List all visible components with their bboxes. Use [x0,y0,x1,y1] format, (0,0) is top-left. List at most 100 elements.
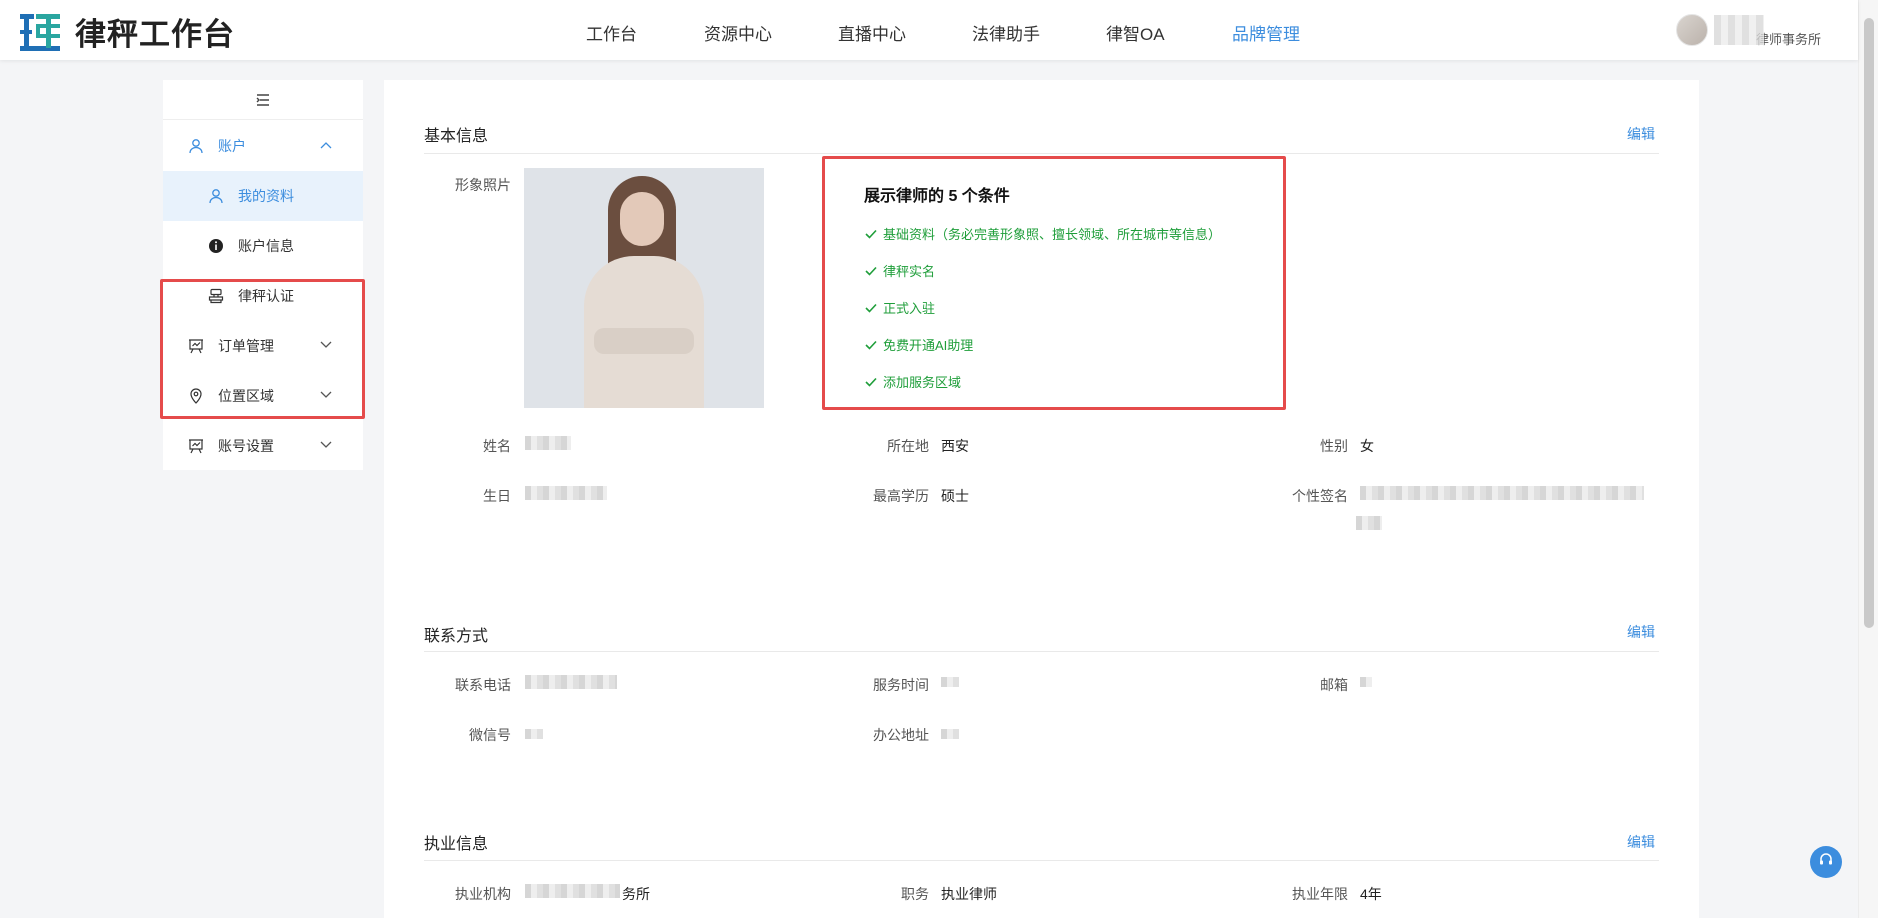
check-icon [864,264,878,278]
section-title-basic-info: 基本信息 [424,128,489,145]
sidebar-item-label: 账户信息 [238,238,294,254]
section-title-practice: 执业信息 [424,836,489,853]
condition-text: 免费开通AI助理 [883,338,974,353]
location-label: 所在地 [887,438,929,454]
nav-item-workbench[interactable]: 工作台 [586,20,637,45]
birthday-label: 生日 [483,488,511,504]
condition-text: 正式入驻 [883,301,936,316]
signature-value-redacted [1356,516,1382,530]
sidebar-item-account[interactable]: 账户 [163,121,363,171]
wechat-label: 微信号 [469,727,511,743]
display-conditions-box: 展示律师的 5 个条件 基础资料（务必完善形象照、擅长领域、所在城市等信息） 律… [822,156,1286,410]
sidebar-item-label: 订单管理 [218,338,274,354]
edit-contact-link[interactable]: 编辑 [1627,622,1655,642]
app-logo[interactable]: 律秤工作台 [20,9,235,54]
condition-item: 基础资料（务必完善形象照、擅长领域、所在城市等信息） [864,224,1221,243]
menu-collapse-icon[interactable] [163,80,363,120]
check-icon [864,227,878,241]
sidebar: 账户 我的资料 账户信息 律秤认证 订单管理 位置区域 账号设置 [163,80,363,470]
section-title-contact: 联系方式 [424,628,489,645]
education-label: 最高学历 [873,488,929,504]
condition-text: 添加服务区域 [883,375,962,390]
location-value: 西安 [941,438,969,454]
email-label: 邮箱 [1320,677,1348,693]
sidebar-item-location[interactable]: 位置区域 [163,371,363,421]
gender-label: 性别 [1320,438,1348,454]
divider [424,651,1659,652]
condition-item: 正式入驻 [864,298,935,317]
divider [424,860,1659,861]
user-firm: 律师事务所 [1756,31,1822,47]
sidebar-item-label: 账户 [218,138,246,154]
years-label: 执业年限 [1292,886,1348,902]
education-value: 硕士 [941,488,969,504]
years-value: 4年 [1360,886,1382,902]
divider [424,153,1659,154]
sidebar-item-account-settings[interactable]: 账号设置 [163,421,363,471]
check-icon [864,338,878,352]
position-label: 职务 [901,886,929,902]
gender-value: 女 [1360,438,1374,454]
location-pin-icon [187,387,205,405]
avatar[interactable] [1676,14,1708,46]
chevron-down-icon [319,438,333,452]
nav-item-resources[interactable]: 资源中心 [704,20,772,45]
chevron-up-icon [319,138,333,152]
office-redacted [941,729,959,739]
nav-item-legal-assistant[interactable]: 法律助手 [972,20,1040,45]
org-value-redacted [525,884,620,898]
sidebar-item-certification[interactable]: 律秤认证 [163,271,363,321]
name-value-redacted [525,436,571,450]
user-menu[interactable]: 律师事务所 [1676,12,1821,48]
signature-value-redacted [1360,486,1644,500]
condition-text: 基础资料（务必完善形象照、擅长领域、所在城市等信息） [883,227,1222,242]
user-icon [187,137,205,155]
nav-item-brand[interactable]: 品牌管理 [1232,20,1300,45]
edit-basic-info-link[interactable]: 编辑 [1627,124,1655,144]
condition-item: 添加服务区域 [864,372,961,391]
condition-text: 律秤实名 [883,264,936,279]
info-icon [207,237,225,255]
app-title: 律秤工作台 [75,17,235,52]
condition-item: 律秤实名 [864,261,935,280]
nav-item-live[interactable]: 直播中心 [838,20,906,45]
user-icon [207,187,225,205]
presentation-icon [187,337,205,355]
org-label: 执业机构 [455,886,511,902]
service-time-label: 服务时间 [873,677,929,693]
conditions-title: 展示律师的 5 个条件 [864,188,1010,205]
email-redacted [1360,677,1372,687]
check-icon [864,301,878,315]
check-icon [864,375,878,389]
photo-label: 形象照片 [455,177,511,193]
chevron-down-icon [319,338,333,352]
chevron-down-icon [319,388,333,402]
top-navigation-bar: 律秤工作台 工作台 资源中心 直播中心 法律助手 律智OA 品牌管理 律师事务所 [0,0,1858,60]
org-value-suffix: 务所 [622,886,650,902]
name-label: 姓名 [483,438,511,454]
stamp-icon [207,287,225,305]
sidebar-item-label: 律秤认证 [238,288,294,304]
presentation-icon [187,437,205,455]
scrollbar-thumb[interactable] [1864,18,1874,628]
service-time-redacted [941,677,959,687]
logo-mark-icon [20,12,60,52]
signature-label: 个性签名 [1292,488,1348,504]
sidebar-item-my-profile[interactable]: 我的资料 [163,171,363,221]
sidebar-item-orders[interactable]: 订单管理 [163,321,363,371]
phone-value-redacted [525,675,617,689]
phone-label: 联系电话 [455,677,511,693]
sidebar-item-label: 位置区域 [218,388,274,404]
birthday-value-redacted [525,486,607,500]
user-name-redacted [1714,15,1764,45]
sidebar-item-account-info[interactable]: 账户信息 [163,221,363,271]
customer-service-button[interactable] [1810,846,1842,878]
office-label: 办公地址 [873,727,929,743]
page-scrollbar[interactable] [1858,0,1878,918]
profile-photo[interactable] [524,168,764,408]
wechat-redacted [525,729,543,739]
headset-icon [1818,852,1834,873]
edit-practice-link[interactable]: 编辑 [1627,832,1655,852]
nav-item-oa[interactable]: 律智OA [1106,20,1165,45]
sidebar-item-label: 账号设置 [218,438,274,454]
